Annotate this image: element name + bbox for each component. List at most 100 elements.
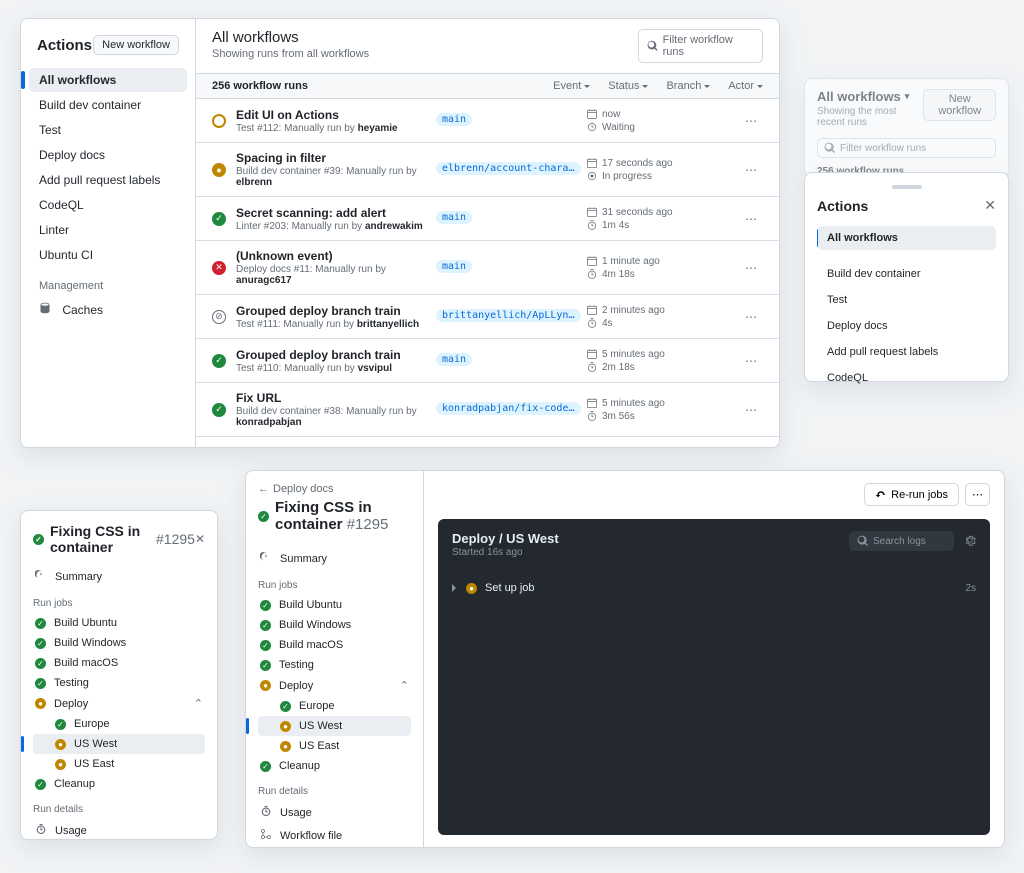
- run-title: Spacing in filter: [236, 151, 436, 165]
- success-icon: ✓: [260, 620, 271, 631]
- sidebar-item-codeql[interactable]: CodeQL: [29, 193, 187, 217]
- muted-subtitle: Showing the most recent runs: [817, 106, 923, 128]
- back-link[interactable]: ← Deploy docs: [258, 483, 411, 495]
- sidebar-item-caches[interactable]: Caches: [29, 297, 187, 322]
- branch-tag[interactable]: main: [436, 211, 472, 224]
- mobile-item-build-dev-container[interactable]: Build dev container: [817, 262, 996, 286]
- job-sub-item-us-east[interactable]: ●US East: [33, 754, 205, 774]
- branch-tag[interactable]: main: [436, 113, 472, 126]
- workflow-run-row[interactable]: ⊘Grouped deploy branch trainTest #111: M…: [196, 295, 779, 339]
- new-workflow-button[interactable]: New workflow: [93, 35, 179, 55]
- run-title: Grouped deploy branch train: [236, 304, 436, 318]
- pending-icon: ●: [260, 680, 271, 691]
- row-menu-button[interactable]: ⋯: [739, 352, 763, 370]
- job-name: Build macOS: [54, 657, 118, 669]
- filter-status[interactable]: Status: [608, 80, 648, 92]
- rerun-button[interactable]: Re-run jobs: [864, 483, 959, 506]
- job-sub-item-europe[interactable]: ✓Europe: [33, 714, 205, 734]
- usage-link[interactable]: Usage: [258, 801, 411, 824]
- workflow-run-row[interactable]: Edit UI on ActionsTest #112: Manually ru…: [196, 99, 779, 143]
- job-item-build-macos[interactable]: ✓Build macOS: [258, 635, 411, 655]
- row-menu-button[interactable]: ⋯: [739, 259, 763, 277]
- more-button[interactable]: ⋯: [965, 483, 990, 506]
- sidebar-item-test[interactable]: Test: [29, 118, 187, 142]
- job-item-cleanup[interactable]: ✓Cleanup: [33, 774, 205, 794]
- workflow-file-link[interactable]: Workflow file: [258, 824, 411, 847]
- workflow-run-row[interactable]: ✓Grouped deploy branch trainTest #110: M…: [196, 339, 779, 383]
- sidebar-item-add-pull-request-labels[interactable]: Add pull request labels: [29, 168, 187, 192]
- summary-link[interactable]: Summary: [258, 547, 411, 570]
- success-icon: ✓: [35, 638, 46, 649]
- job-sub-item-europe[interactable]: ✓ Europe: [258, 696, 411, 716]
- sidebar-item-all-workflows[interactable]: All workflows: [29, 68, 187, 92]
- mobile-item-deploy-docs[interactable]: Deploy docs: [817, 314, 996, 338]
- branch-tag[interactable]: main: [436, 353, 472, 366]
- mobile-item-add-pull-request-labels[interactable]: Add pull request labels: [817, 340, 996, 364]
- row-menu-button[interactable]: ⋯: [739, 112, 763, 130]
- job-item-build-windows[interactable]: ✓Build Windows: [33, 633, 205, 653]
- log-subtitle: Started 16s ago: [452, 547, 559, 558]
- run-details-label: Run details: [33, 804, 205, 815]
- filter-event[interactable]: Event: [553, 80, 590, 92]
- job-item-testing[interactable]: ✓Testing: [258, 655, 411, 675]
- muted-new-workflow-button[interactable]: New workflow: [923, 89, 996, 121]
- workflow-run-row[interactable]: ✕(Unknown event)Deploy docs #11: Manuall…: [196, 241, 779, 295]
- workflow-run-row[interactable]: ●Spacing in filterBuild dev container #3…: [196, 143, 779, 197]
- search-input[interactable]: Filter workflow runs: [638, 29, 763, 63]
- branch-tag[interactable]: konradpabjan/fix-code...: [436, 402, 581, 415]
- drag-handle[interactable]: [892, 185, 922, 189]
- mobile-item-codeql[interactable]: CodeQL: [817, 366, 996, 384]
- filter-actor[interactable]: Actor: [728, 80, 763, 92]
- summary-link[interactable]: Summary: [33, 565, 205, 588]
- success-icon: ✓: [212, 354, 226, 368]
- job-item-deploy[interactable]: ●Deploy⌃: [258, 675, 411, 696]
- job-sub-item-us-west[interactable]: ●US West: [258, 716, 411, 736]
- branch-tag[interactable]: brittanyellich/ApLLynHHD: [436, 309, 581, 322]
- workflow-run-row[interactable]: ✓Edit code ownersBuild dev container #37…: [196, 437, 779, 447]
- muted-search-input[interactable]: Filter workflow runs: [817, 138, 996, 158]
- sidebar-item-deploy-docs[interactable]: Deploy docs: [29, 143, 187, 167]
- job-item-build-ubuntu[interactable]: ✓Build Ubuntu: [33, 613, 205, 633]
- run-time: 5 minutes ago: [586, 348, 739, 360]
- log-search-input[interactable]: Search logs: [849, 531, 954, 551]
- sidebar-item-linter[interactable]: Linter: [29, 218, 187, 242]
- mobile-item-test[interactable]: Test: [817, 288, 996, 312]
- close-icon[interactable]: ✕: [195, 532, 205, 546]
- mobile-item-all-workflows[interactable]: All workflows: [817, 226, 996, 250]
- content-subtitle: Showing runs from all workflows: [212, 48, 369, 60]
- job-item-build-ubuntu[interactable]: ✓Build Ubuntu: [258, 595, 411, 615]
- row-menu-button[interactable]: ⋯: [739, 210, 763, 228]
- filter-branch[interactable]: Branch: [666, 80, 710, 92]
- close-icon[interactable]: ✕: [984, 197, 996, 214]
- workflow-run-row[interactable]: ✓Fix URLBuild dev container #38: Manuall…: [196, 383, 779, 437]
- success-icon: ✓: [280, 701, 291, 712]
- job-item-build-macos[interactable]: ✓Build macOS: [33, 653, 205, 673]
- log-step-row[interactable]: ● Set up job 2s: [452, 578, 976, 598]
- job-sub-item-us-east[interactable]: ●US East: [258, 736, 411, 756]
- row-menu-button[interactable]: ⋯: [739, 161, 763, 179]
- branch-tag[interactable]: main: [436, 260, 472, 273]
- gear-icon[interactable]: [964, 534, 976, 549]
- job-item-cleanup[interactable]: ✓Cleanup: [258, 756, 411, 776]
- branch-tag[interactable]: elbrenn/account-chara...: [436, 162, 581, 175]
- run-title: Edit UI on Actions: [236, 108, 436, 122]
- pending-icon: ●: [35, 698, 46, 709]
- success-icon: ✓: [35, 779, 46, 790]
- job-item-build-windows[interactable]: ✓Build Windows: [258, 615, 411, 635]
- job-name: Europe: [299, 700, 334, 712]
- success-icon: ✓: [260, 660, 271, 671]
- usage-link[interactable]: Usage: [33, 819, 205, 840]
- row-menu-button[interactable]: ⋯: [739, 401, 763, 419]
- pending-icon: ●: [55, 759, 66, 770]
- sidebar-item-build-dev-container[interactable]: Build dev container: [29, 93, 187, 117]
- muted-title[interactable]: All workflows▾: [817, 89, 909, 104]
- log-title: Deploy / US West: [452, 531, 559, 546]
- sidebar-item-ubuntu-ci[interactable]: Ubuntu CI: [29, 243, 187, 267]
- job-item-testing[interactable]: ✓Testing: [33, 673, 205, 693]
- workflow-rows[interactable]: Edit UI on ActionsTest #112: Manually ru…: [196, 99, 779, 447]
- row-menu-button[interactable]: ⋯: [739, 308, 763, 326]
- job-item-deploy[interactable]: ●Deploy⌃: [33, 693, 205, 714]
- job-sub-item-us-west[interactable]: ●US West: [33, 734, 205, 754]
- workflow-run-row[interactable]: ✓Secret scanning: add alertLinter #203: …: [196, 197, 779, 241]
- run-details-label: Run details: [258, 786, 411, 797]
